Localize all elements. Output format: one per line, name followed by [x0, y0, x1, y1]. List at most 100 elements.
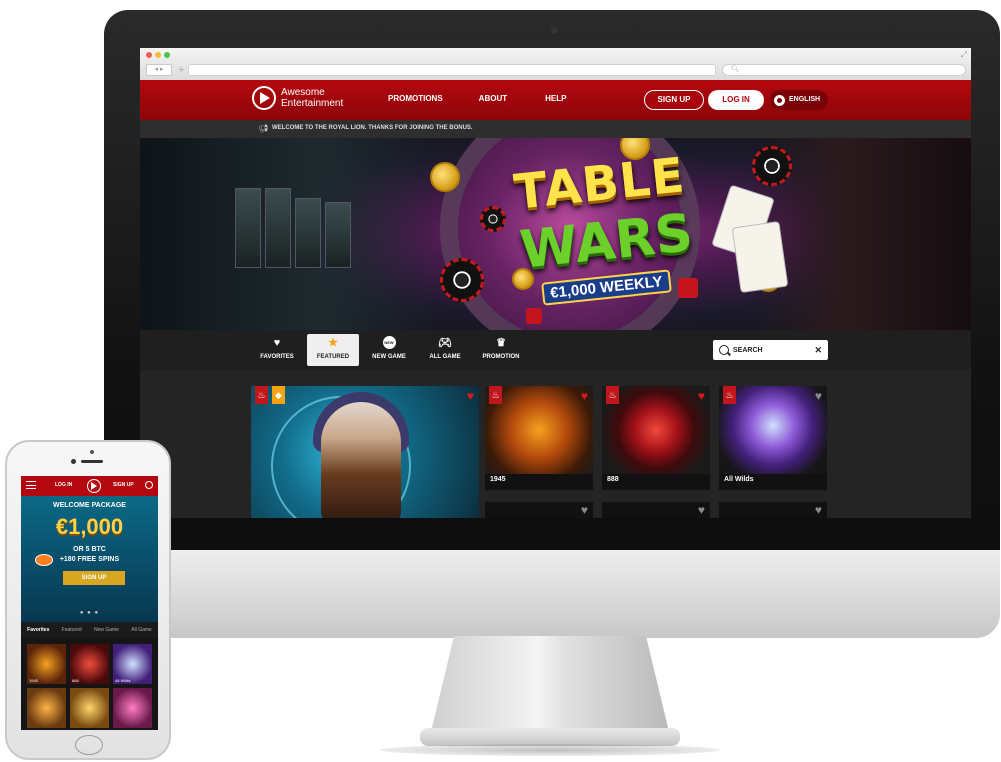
game-category-tabs: ♥ FAVORITES ★ FEATURED NEW NEW GAME 🎮︎ A…	[140, 330, 971, 370]
jackpot-badge-icon: ◆	[272, 386, 285, 404]
tab-featured[interactable]: ★ FEATURED	[307, 334, 359, 366]
featured-game-tile[interactable]: ♨ ◆ ♥	[251, 386, 479, 518]
mobile-game-tile[interactable]: 888	[70, 644, 109, 684]
promo-banner[interactable]: TABLE WARS €1,000 WEEKLY	[140, 138, 971, 330]
tab-new-game[interactable]: NEW NEW GAME	[363, 334, 415, 366]
star-icon: ★	[328, 337, 338, 349]
mobile-game-tile[interactable]	[27, 688, 66, 728]
tab-all-game[interactable]: 🎮︎ ALL GAME	[419, 334, 471, 366]
favorite-heart-icon[interactable]: ♥	[815, 390, 822, 402]
tab-label: FAVORITES	[260, 354, 294, 360]
game-search-input[interactable]: SEARCH ✕	[713, 340, 828, 360]
globe-icon	[774, 94, 785, 106]
mobile-tab-favorites[interactable]: Favorites	[27, 627, 49, 633]
new-badge-icon: NEW	[363, 336, 415, 350]
game-tile-partial[interactable]: ♥	[602, 502, 710, 518]
sorceress-image	[321, 402, 401, 518]
login-button[interactable]: LOG IN	[708, 90, 764, 110]
carousel-dots[interactable]: ● ● ●	[21, 610, 158, 616]
mobile-game-title: 888	[72, 678, 79, 683]
mobile-signup-button[interactable]: SIGN UP	[63, 571, 125, 585]
gold-coin-image	[430, 162, 460, 192]
mobile-game-tile[interactable]: All Wilds	[113, 644, 152, 684]
mobile-phone: LOG IN SIGN UP WELCOME PACKAGE €1,000 OR…	[5, 440, 171, 760]
mobile-games-grid: 1945 888 All Wilds	[21, 638, 158, 730]
mobile-btc-offer: OR 5 BTC	[73, 546, 106, 553]
slot-machine-image	[325, 202, 351, 268]
mobile-header: LOG IN SIGN UP	[21, 476, 158, 496]
tab-label: FEATURED	[316, 354, 350, 360]
mobile-welcome: WELCOME PACKAGE	[53, 502, 126, 509]
site-logo[interactable]: Awesome Entertainment	[252, 86, 343, 110]
language-selector[interactable]: ENGLISH	[770, 90, 828, 110]
new-tab-icon[interactable]: +	[178, 63, 184, 77]
announcement-ticker: 📢︎ WELCOME TO THE ROYAL LION. THANKS FOR…	[140, 120, 971, 138]
logo-line1: Awesome	[281, 87, 325, 98]
minimize-window-icon[interactable]	[155, 52, 161, 58]
search-value: SEARCH	[733, 346, 763, 354]
mobile-category-tabs: Favorites Featured New Game All Game	[21, 622, 158, 638]
product-mockup: ◂ ▸ + 🔍︎ ⤢ Awesome Entertainment PROMOTI…	[0, 0, 1001, 762]
mobile-login-link[interactable]: LOG IN	[55, 482, 72, 488]
search-icon	[719, 345, 729, 355]
back-forward-icon[interactable]: ◂ ▸	[146, 64, 172, 76]
hot-badge-icon: ♨	[606, 386, 619, 404]
favorite-heart-icon[interactable]: ♥	[815, 504, 822, 516]
favorite-heart-icon[interactable]: ♥	[698, 390, 705, 402]
signup-button[interactable]: SIGN UP	[644, 90, 704, 110]
main-nav: PROMOTIONS ABOUT HELP	[388, 94, 566, 103]
mobile-game-tile[interactable]	[70, 688, 109, 728]
game-title: All Wilds	[724, 476, 754, 483]
mobile-free-spins: +180 FREE SPINS	[59, 556, 120, 563]
fullscreen-icon[interactable]: ⤢	[961, 50, 967, 60]
hot-badge-icon: ♨	[489, 386, 502, 404]
nav-about[interactable]: ABOUT	[479, 94, 507, 103]
mobile-tab-all-game[interactable]: All Game	[131, 627, 152, 633]
heart-icon: ♥	[273, 337, 281, 349]
game-tile-1945[interactable]: ♨ ♥ 1945	[485, 386, 593, 490]
mobile-promo-banner[interactable]: WELCOME PACKAGE €1,000 OR 5 BTC +180 FRE…	[21, 496, 158, 622]
game-tile-all-wilds[interactable]: ♨ ♥ All Wilds	[719, 386, 827, 490]
phone-speaker	[81, 460, 103, 463]
tab-label: ALL GAME	[429, 354, 461, 360]
browser-search-field[interactable]: 🔍︎	[722, 64, 966, 76]
playing-card-image	[731, 220, 789, 294]
nav-help[interactable]: HELP	[545, 94, 566, 103]
nav-promotions[interactable]: PROMOTIONS	[388, 94, 443, 103]
close-window-icon[interactable]	[146, 52, 152, 58]
game-tile-partial[interactable]: ♥	[485, 502, 593, 518]
clear-search-icon[interactable]: ✕	[814, 345, 822, 356]
crown-icon: ♛	[496, 337, 506, 349]
tab-favorites[interactable]: ♥ FAVORITES	[251, 334, 303, 366]
mobile-game-title: 1945	[29, 678, 38, 683]
mobile-tab-featured[interactable]: Featured	[62, 627, 82, 633]
favorite-heart-icon[interactable]: ♥	[467, 390, 474, 402]
hamburger-menu-icon[interactable]	[26, 481, 36, 489]
home-button[interactable]	[75, 735, 103, 755]
imac-camera	[551, 27, 558, 34]
mobile-game-title: All Wilds	[115, 678, 131, 683]
site-header: Awesome Entertainment PROMOTIONS ABOUT H…	[140, 80, 971, 120]
imac-chin	[104, 550, 1000, 638]
favorite-heart-icon[interactable]: ♥	[698, 504, 705, 516]
poker-chip-image	[440, 258, 484, 302]
mobile-game-tile[interactable]	[113, 688, 152, 728]
game-tile-partial[interactable]: ♥	[719, 502, 827, 518]
favorite-heart-icon[interactable]: ♥	[581, 504, 588, 516]
address-bar[interactable]	[188, 64, 716, 76]
logo-mark-icon	[252, 86, 276, 110]
mobile-signup-link[interactable]: SIGN UP	[113, 482, 134, 488]
mobile-game-tile[interactable]: 1945	[27, 644, 66, 684]
maximize-window-icon[interactable]	[164, 52, 170, 58]
language-label: ENGLISH	[789, 96, 821, 103]
mobile-logo-icon[interactable]	[87, 479, 101, 493]
game-title: 888	[607, 476, 619, 483]
tab-promotion[interactable]: ♛ PROMOTION	[475, 334, 527, 366]
gamepad-icon: 🎮︎	[438, 337, 452, 349]
mobile-search-icon[interactable]	[145, 481, 153, 489]
favorite-heart-icon[interactable]: ♥	[581, 390, 588, 402]
mobile-bonus-amount: €1,000	[55, 514, 124, 539]
game-tile-888[interactable]: ♨ ♥ 888	[602, 386, 710, 490]
slot-machine-image	[235, 188, 261, 268]
mobile-tab-new-game[interactable]: New Game	[94, 627, 119, 633]
